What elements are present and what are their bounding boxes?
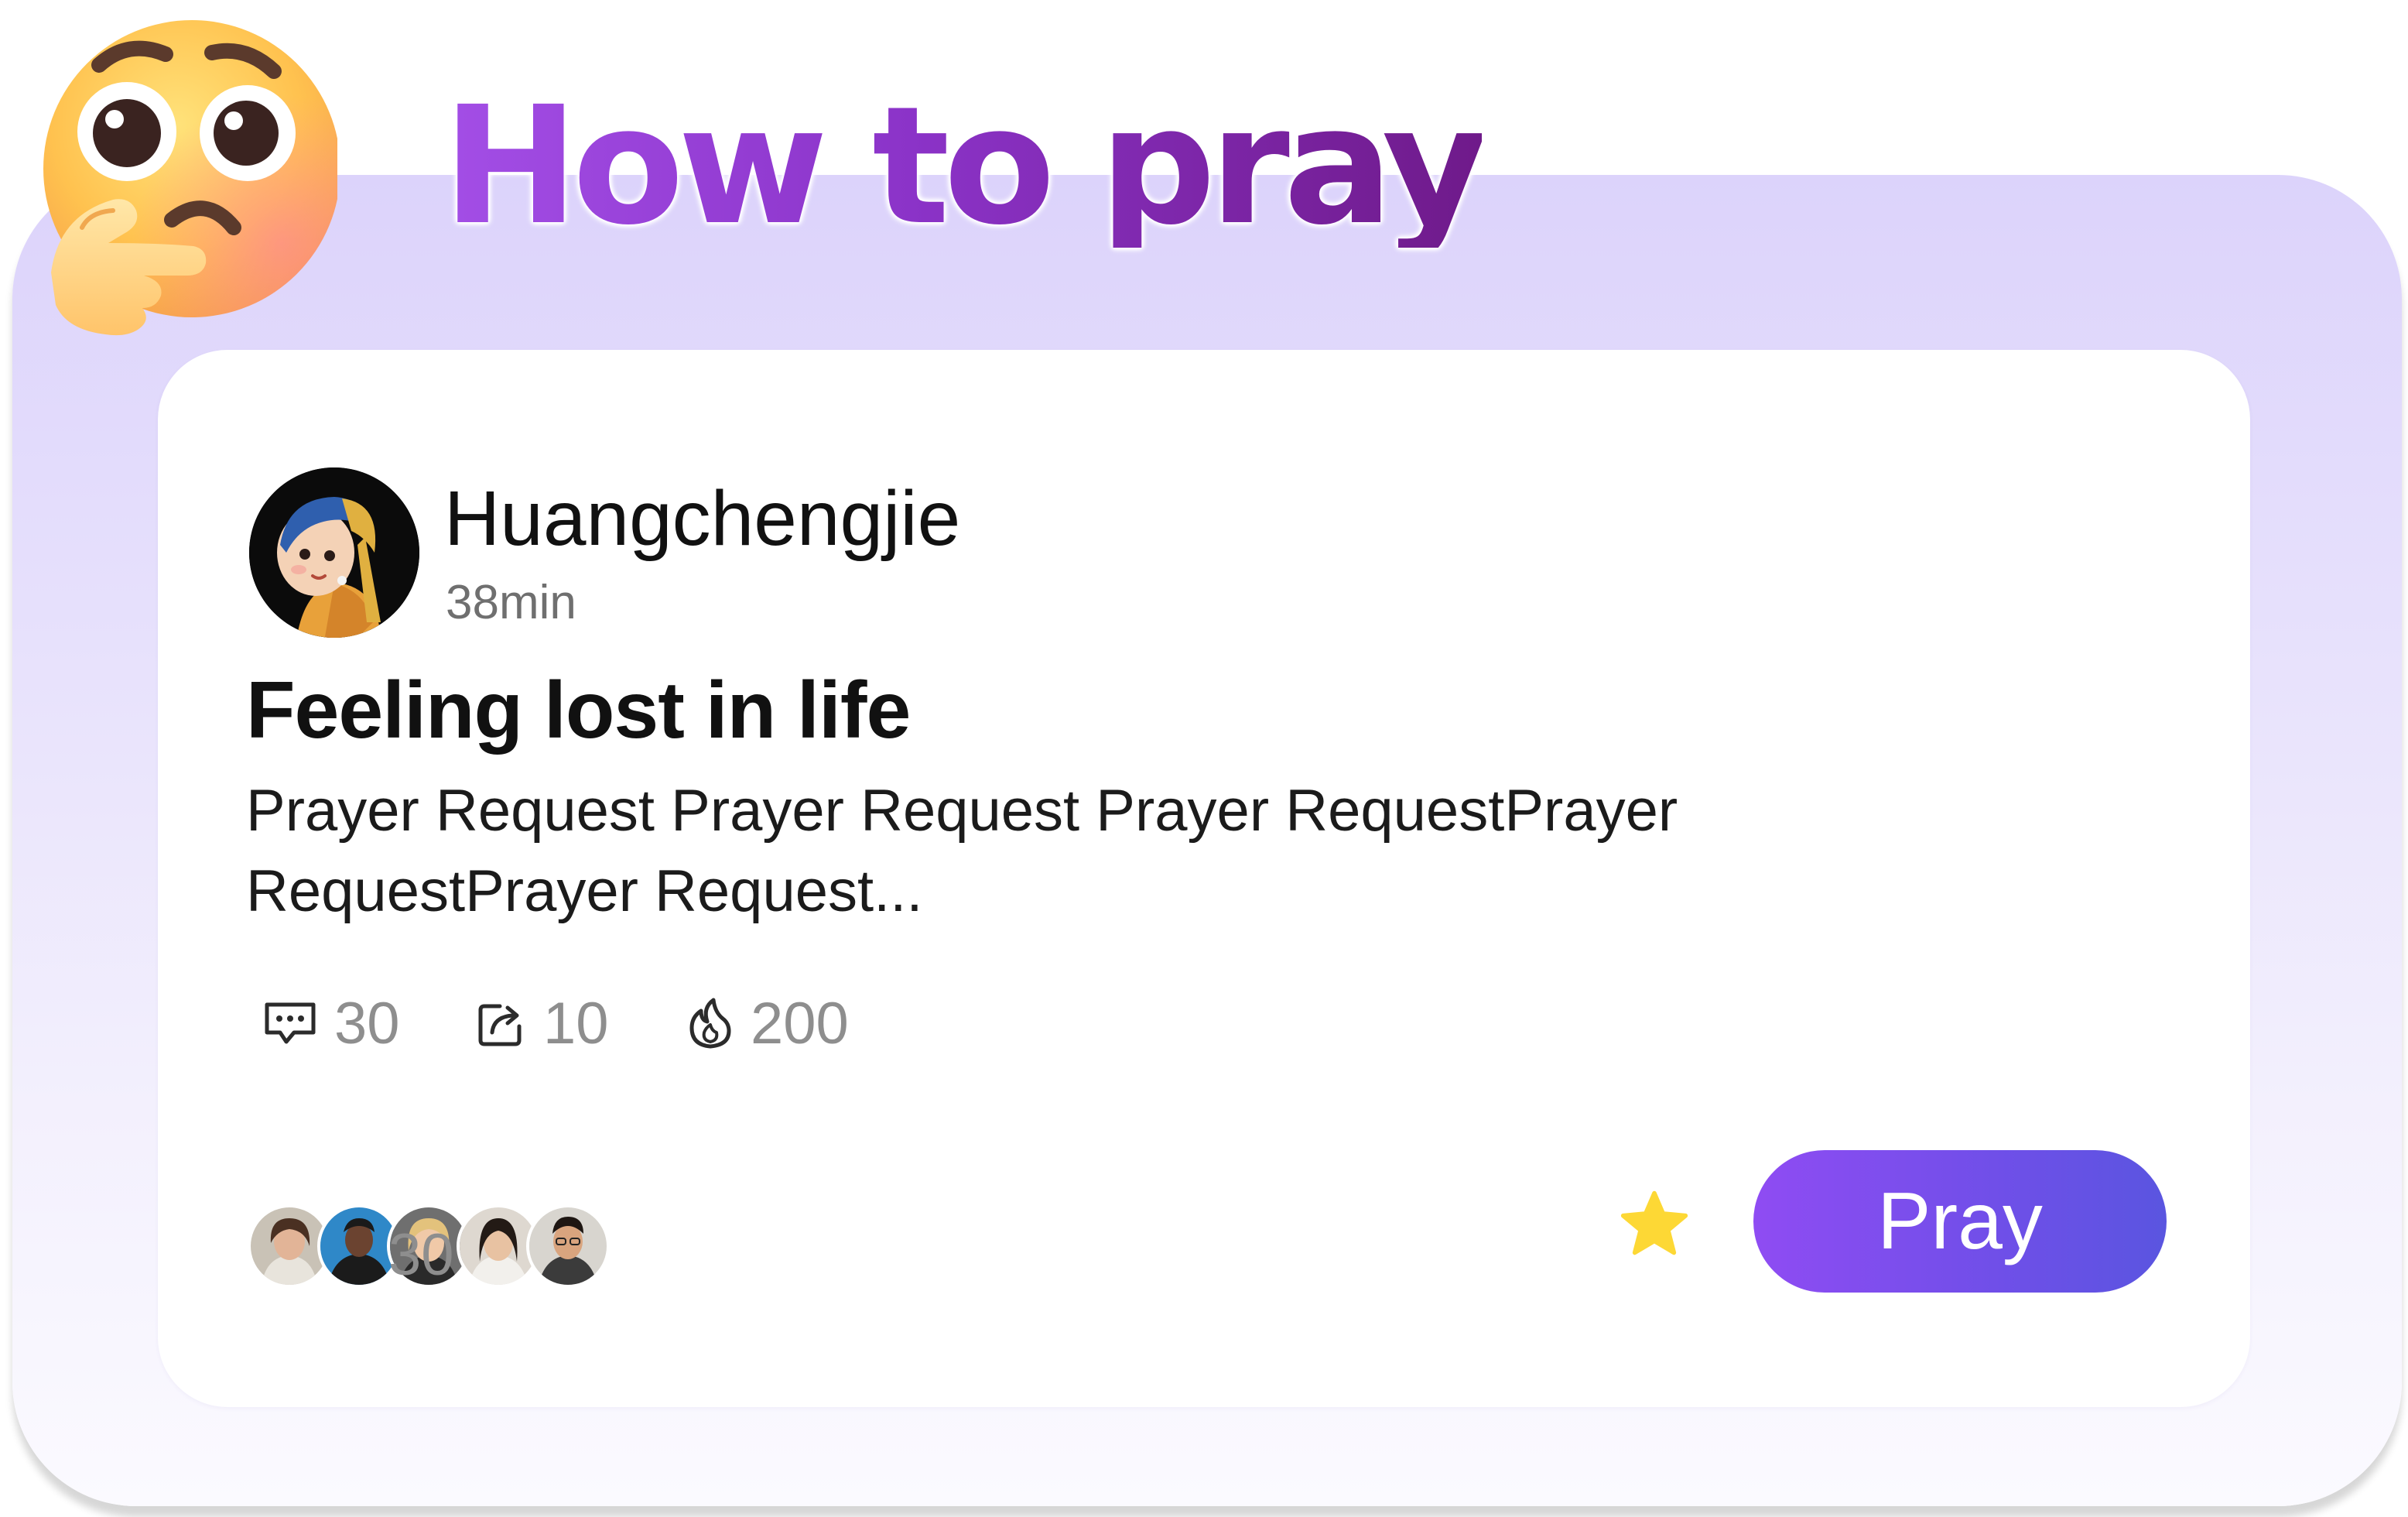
shares-count: 10 xyxy=(543,991,609,1056)
post-body: Prayer Request Prayer Request Prayer Req… xyxy=(246,778,1678,924)
share-icon xyxy=(478,1004,522,1046)
author-avatar[interactable] xyxy=(249,467,419,638)
shares-stat[interactable]: 10 xyxy=(477,989,609,1059)
page-title: How to pray xyxy=(443,71,1488,261)
comment-icon xyxy=(265,1002,316,1044)
post-title: Feeling lost in life xyxy=(246,666,911,755)
pray-button[interactable]: Pray xyxy=(1753,1150,2167,1293)
girl-with-pearl-earring-avatar xyxy=(249,467,419,638)
fire-icon xyxy=(689,998,731,1049)
participants-count: 30 xyxy=(388,1222,454,1288)
participant-avatar xyxy=(526,1204,610,1288)
author-name[interactable]: Huangchengjie xyxy=(444,480,960,557)
star-icon[interactable] xyxy=(1617,1189,1691,1258)
fire-stat[interactable]: 200 xyxy=(687,989,849,1059)
thinking-face-icon xyxy=(43,20,337,336)
post-timestamp: 38min xyxy=(446,576,576,629)
how-to-pray-card: How to pray Huangchengjie 38min Feeling … xyxy=(0,0,2408,1517)
fire-count: 200 xyxy=(751,991,849,1056)
comments-count: 30 xyxy=(334,991,400,1056)
comments-stat[interactable]: 30 xyxy=(263,989,400,1059)
